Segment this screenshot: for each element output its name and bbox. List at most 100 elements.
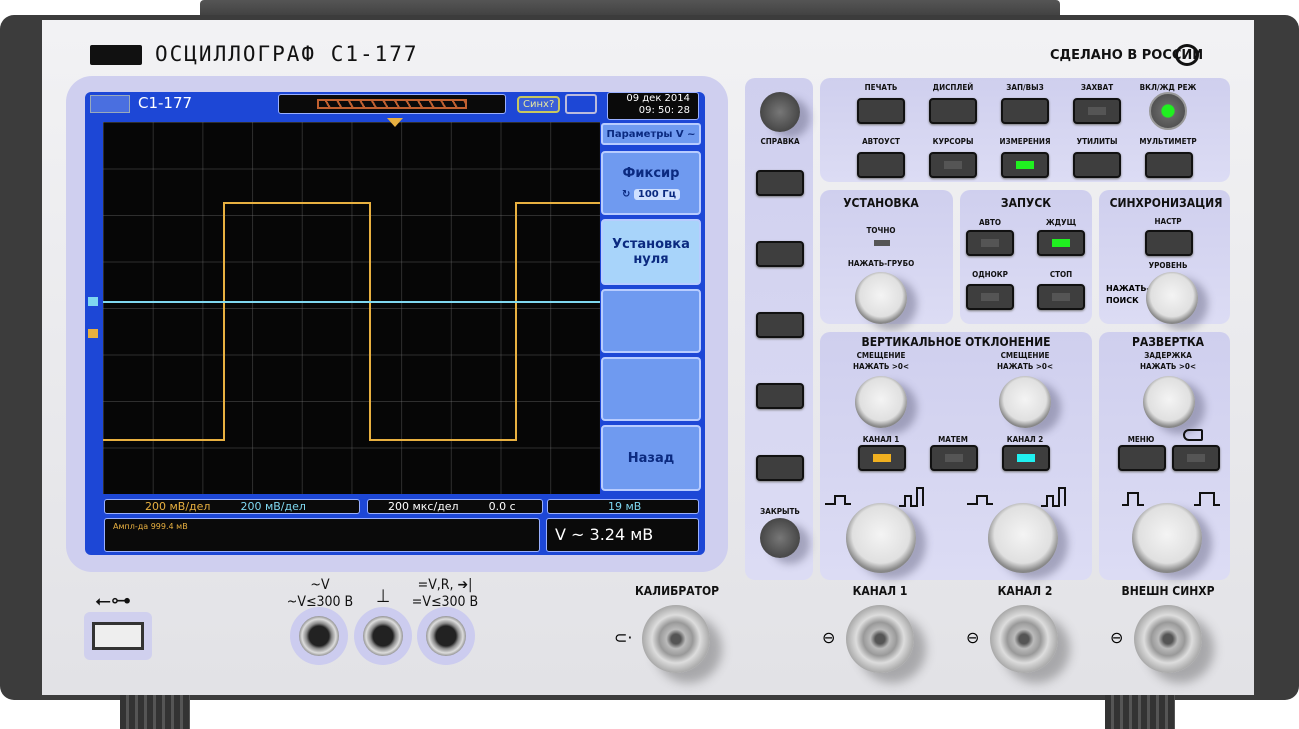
ch2-button[interactable]: [1002, 445, 1050, 471]
multimeter-button[interactable]: [1145, 152, 1193, 178]
foot-right: [1105, 695, 1175, 729]
utility-button[interactable]: [1073, 152, 1121, 178]
close-button[interactable]: [760, 518, 800, 558]
ground-jack[interactable]: [354, 607, 412, 665]
horizontal-menu-label: МЕНЮ: [1127, 435, 1155, 444]
softkey-4[interactable]: [756, 383, 804, 409]
display-button[interactable]: [929, 98, 977, 124]
sync-title: СИНХРОНИЗАЦИЯ: [1109, 196, 1223, 210]
usb-port-surround: [84, 612, 152, 660]
rotate-icon: ↻: [621, 189, 634, 200]
setup-knob[interactable]: [855, 272, 907, 324]
menu-item-empty-2[interactable]: [601, 357, 701, 421]
trigger-title: ЗАПУСК: [1000, 196, 1052, 210]
zoom-button[interactable]: [1172, 445, 1220, 471]
datetime: 09 дек 2014 09: 50: 28: [607, 92, 699, 120]
frequency-value: 100 Гц: [633, 189, 680, 200]
menu-item-back[interactable]: Назад: [601, 425, 701, 491]
softkey-3[interactable]: [756, 312, 804, 338]
calibrator-output[interactable]: [642, 605, 710, 673]
vertical-title: ВЕРТИКАЛЬНОЕ ОТКЛОНЕНИЕ: [861, 335, 1051, 349]
help-button[interactable]: [760, 92, 800, 132]
device-title: ОСЦИЛЛОГРАФ С1-177: [155, 42, 419, 66]
menu-item-fix[interactable]: Фиксир ↻ 100 Гц: [601, 151, 701, 215]
ch1-marker: [88, 329, 98, 338]
measure-button[interactable]: [1001, 152, 1049, 178]
memory-position-bar: [278, 94, 506, 114]
close-label: ЗАКРЫТЬ: [760, 507, 800, 516]
power-button[interactable]: [1149, 92, 1187, 130]
measurement-result: Ампл-да 999.4 мВ: [104, 518, 540, 552]
measure-label: ИЗМЕРЕНИЯ: [999, 137, 1051, 146]
input-icon: ⊖: [966, 628, 980, 647]
print-label: ПЕЧАТЬ: [864, 83, 898, 92]
meter-dc-jack[interactable]: [417, 607, 475, 665]
ch1-input[interactable]: [846, 605, 914, 673]
zoom-icon: [1183, 429, 1203, 441]
ext-sync-label: ВНЕШН СИНХР: [1121, 584, 1215, 598]
acquire-button[interactable]: [1073, 98, 1121, 124]
softkey-2[interactable]: [756, 241, 804, 267]
auto-button[interactable]: [966, 230, 1014, 256]
ch2-volts-knob[interactable]: [988, 503, 1058, 573]
ext-sync-input[interactable]: [1134, 605, 1202, 673]
ch1-offset-label: СМЕЩЕНИЕ: [856, 351, 906, 360]
single-button[interactable]: [966, 284, 1014, 310]
input-icon: ⊖: [822, 628, 836, 647]
save-recall-button[interactable]: [1001, 98, 1049, 124]
brand-logo: [90, 45, 142, 65]
cursors-button[interactable]: [929, 152, 977, 178]
fine-indicator: [874, 240, 890, 246]
normal-label: ЖДУЩ: [1045, 218, 1077, 227]
timebase-knob[interactable]: [1132, 503, 1202, 573]
output-icon: ⊂·: [614, 628, 633, 647]
print-button[interactable]: [857, 98, 905, 124]
math-button[interactable]: [930, 445, 978, 471]
ch1-offset-push-label: НАЖАТЬ >0<: [853, 362, 909, 371]
acquire-label: ЗАХВАТ: [1080, 83, 1114, 92]
timebase: 200 мкс/дел 0.0 с: [367, 499, 543, 514]
normal-button[interactable]: [1037, 230, 1085, 256]
ch2-input-label: КАНАЛ 2: [997, 584, 1053, 598]
stop-button[interactable]: [1037, 284, 1085, 310]
cursors-label: КУРСОРЫ: [932, 137, 974, 146]
softkey-1[interactable]: [756, 170, 804, 196]
menu-item-empty-1[interactable]: [601, 289, 701, 353]
foot-left: [120, 695, 190, 729]
math-label: МАТЕМ: [938, 435, 968, 444]
display-label: ДИСПЛЕЙ: [932, 83, 974, 92]
auto-label: АВТО: [978, 218, 1002, 227]
meter-ac-jack[interactable]: [290, 607, 348, 665]
ch2-button-label: КАНАЛ 2: [1006, 435, 1044, 444]
single-label: ОДНОКР: [972, 270, 1008, 279]
level-knob[interactable]: [1146, 272, 1198, 324]
time: 09: 50: 28: [638, 105, 690, 116]
setup-title: УСТАНОВКА: [843, 196, 919, 210]
h-position-text: 0.0 с: [488, 500, 516, 513]
usb-port[interactable]: [92, 622, 144, 650]
menu-title: Параметры V ~: [601, 123, 701, 145]
ch1-volts-knob[interactable]: [846, 503, 916, 573]
sync-setup-button[interactable]: [1145, 230, 1193, 256]
ch2-input[interactable]: [990, 605, 1058, 673]
usb-icon: ⭠⊶: [95, 588, 131, 612]
ch1-button-label: КАНАЛ 1: [862, 435, 900, 444]
horizontal-menu-button[interactable]: [1118, 445, 1166, 471]
menu-item-zero[interactable]: Установка нуля: [601, 219, 701, 285]
stop-label: СТОП: [1049, 270, 1073, 279]
multimeter-readout: V ~ 3.24 мВ: [546, 518, 699, 552]
softkey-5[interactable]: [756, 455, 804, 481]
meter-ac-label: ~V: [310, 577, 330, 593]
utility-label: УТИЛИТЫ: [1076, 137, 1118, 146]
screen-logo-icon: [90, 95, 130, 113]
ch2-offset-knob[interactable]: [999, 376, 1051, 428]
help-label: СПРАВКА: [760, 137, 800, 146]
autoset-button[interactable]: [857, 152, 905, 178]
ch1-input-label: КАНАЛ 1: [852, 584, 908, 598]
ch1-waveform: [103, 202, 600, 441]
ch1-scale: 200 мВ/дел 200 мВ/дел: [104, 499, 360, 514]
trigger-marker: [387, 118, 403, 127]
ch1-button[interactable]: [858, 445, 906, 471]
ch1-offset-knob[interactable]: [855, 376, 907, 428]
delay-knob[interactable]: [1143, 376, 1195, 428]
